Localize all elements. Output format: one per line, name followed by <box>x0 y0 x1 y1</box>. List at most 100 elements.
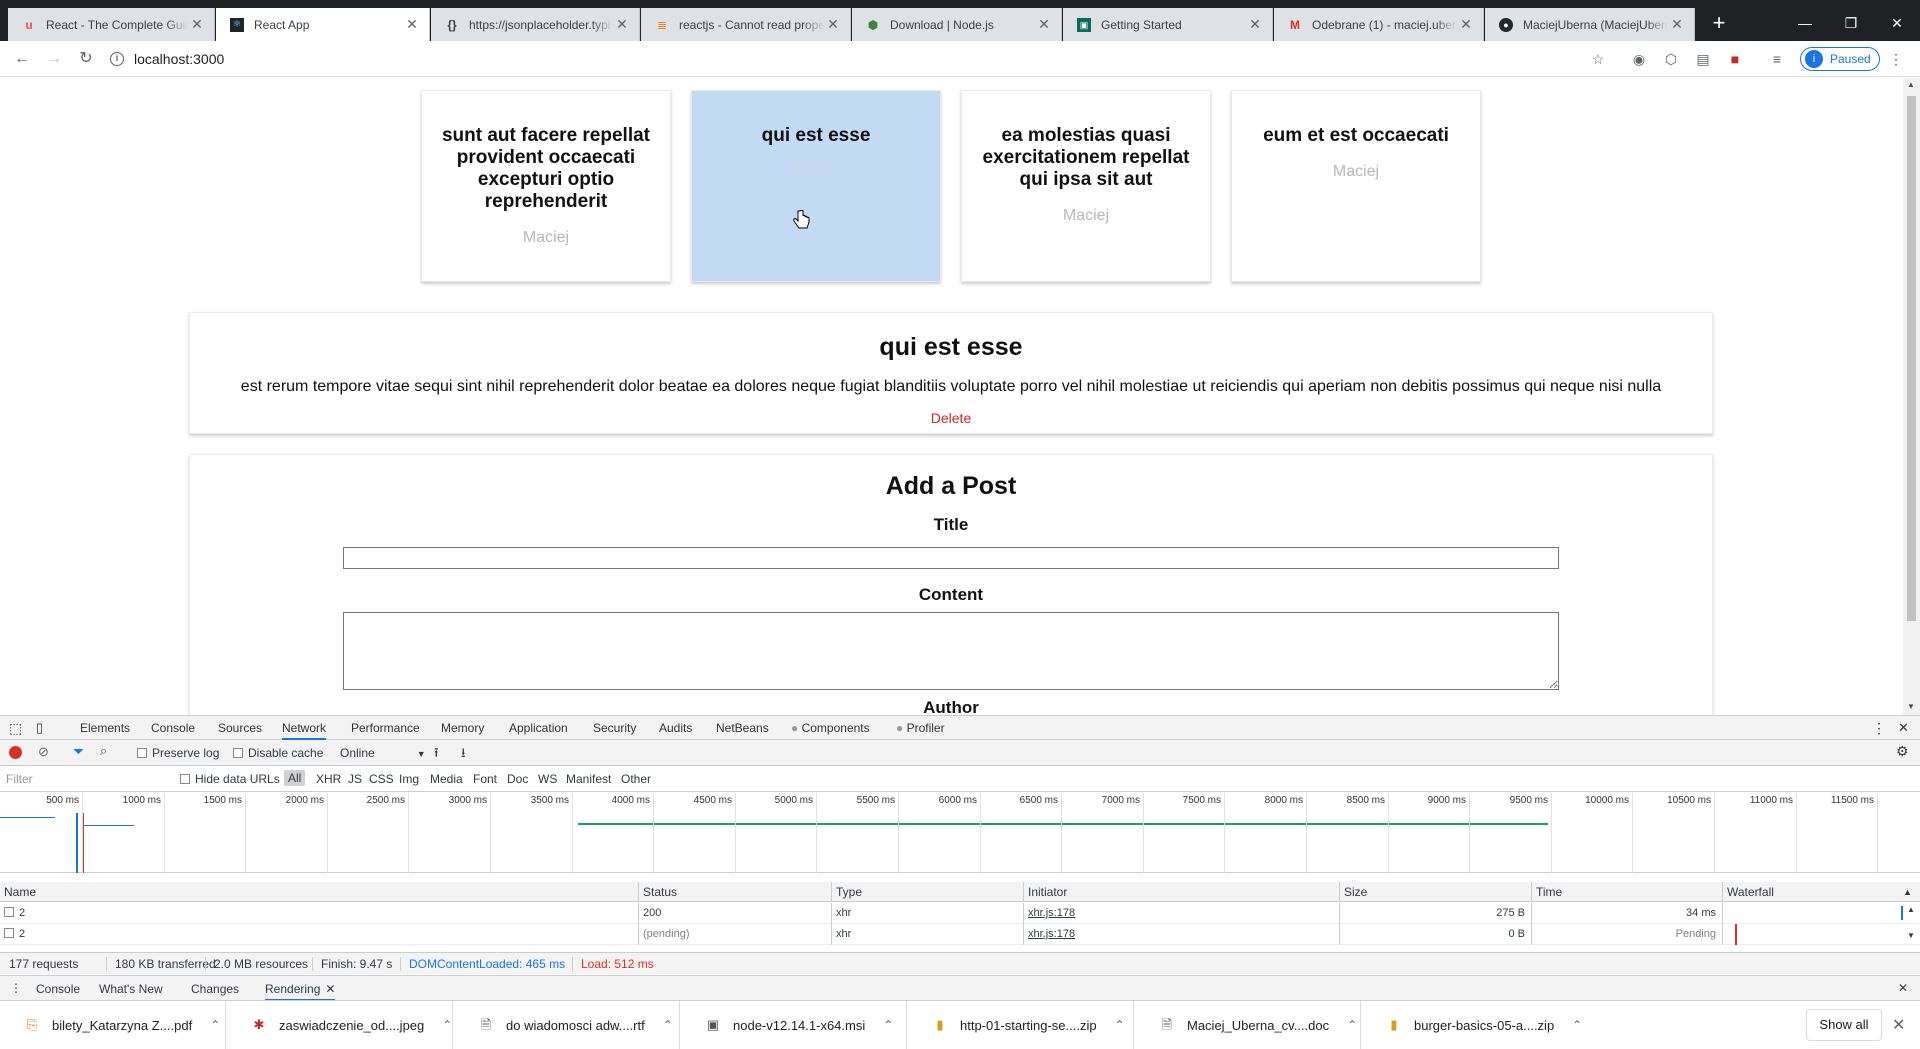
filter-ws[interactable]: WS <box>538 772 557 786</box>
tab-stackoverflow[interactable]: ≣ reactjs - Cannot read prope ✕ <box>641 8 851 41</box>
bookmark-star-icon[interactable]: ☆ <box>1588 49 1608 69</box>
column-status[interactable]: Status <box>638 882 831 902</box>
extension-icon[interactable]: ▤ <box>1693 49 1713 69</box>
import-har-icon[interactable]: ⭱ <box>434 744 439 766</box>
chevron-up-icon[interactable]: ⌃ <box>210 1018 220 1032</box>
tab-network[interactable]: Network <box>282 716 327 740</box>
chevron-up-icon[interactable]: ⌃ <box>442 1018 452 1032</box>
column-name[interactable]: Name <box>0 882 638 902</box>
network-overview-timeline[interactable]: 500 ms 1000 ms 1500 ms 2000 ms 2500 ms 3000 m… <box>0 793 1920 873</box>
post-card[interactable]: sunt aut facere repellat provident occae… <box>421 90 671 282</box>
tab-components[interactable]: ● Components <box>791 716 870 740</box>
tab-audits[interactable]: Audits <box>659 716 692 740</box>
chevron-up-icon[interactable]: ⌃ <box>1572 1018 1582 1032</box>
device-toggle-icon[interactable]: ▯ <box>36 716 43 740</box>
tab-jsonplaceholder[interactable]: {} https://jsonplaceholder.typi ✕ <box>431 8 640 41</box>
menu-icon[interactable]: ⋮ <box>1886 49 1906 69</box>
post-card[interactable]: qui est esse Maciej <box>691 90 941 282</box>
forward-button[interactable]: → <box>42 47 66 71</box>
table-scrollbar[interactable]: ▲ ▼ <box>1903 903 1920 945</box>
close-icon[interactable]: ✕ <box>1457 16 1475 33</box>
post-card[interactable]: ea molestias quasi exercitationem repell… <box>961 90 1211 282</box>
filter-doc[interactable]: Doc <box>507 772 528 786</box>
post-card[interactable]: eum et est occaecati Maciej <box>1231 90 1481 282</box>
address-bar[interactable]: i localhost:3000 <box>110 45 1610 73</box>
extension-icon[interactable]: ◉ <box>1629 49 1649 69</box>
delete-button[interactable]: Delete <box>190 410 1712 426</box>
drawer-tab-whats-new[interactable]: What's New <box>99 982 163 996</box>
tab-gmail[interactable]: M Odebrane (1) - maciej.uber ✕ <box>1274 8 1484 41</box>
close-icon[interactable]: ✕ <box>1668 16 1686 33</box>
throttle-select[interactable]: Online ▼ <box>340 746 426 760</box>
scroll-down-arrow-icon[interactable]: ▼ <box>1907 702 1915 711</box>
record-icon[interactable] <box>9 746 22 759</box>
chevron-up-icon[interactable]: ⌃ <box>883 1018 893 1032</box>
filter-all[interactable]: All <box>284 770 306 786</box>
close-icon[interactable]: ✕ <box>1898 716 1909 740</box>
content-textarea[interactable] <box>343 612 1559 690</box>
tab-security[interactable]: Security <box>593 716 636 740</box>
close-window-button[interactable]: ✕ <box>1874 8 1920 38</box>
clear-icon[interactable]: ⊘ <box>38 744 49 760</box>
initiator-link[interactable]: xhr.js:178 <box>1023 903 1339 924</box>
filter-media[interactable]: Media <box>430 772 463 786</box>
tab-netbeans[interactable]: NetBeans <box>716 716 769 740</box>
drawer-tab-console[interactable]: Console <box>36 982 80 996</box>
close-icon[interactable]: ✕ <box>1246 16 1264 33</box>
column-time[interactable]: Time <box>1531 882 1722 902</box>
tab-console[interactable]: Console <box>151 716 195 740</box>
minimize-button[interactable]: — <box>1782 8 1828 38</box>
extension-icon[interactable]: ■ <box>1725 49 1745 69</box>
extension-icon[interactable]: ⬡ <box>1661 49 1681 69</box>
title-input[interactable] <box>343 547 1559 569</box>
download-item[interactable]: 🗎 do wiadomosci adw....rtf ⌃ <box>454 1001 680 1049</box>
back-button[interactable]: ← <box>10 47 34 71</box>
tab-github[interactable]: ● MaciejUberna (MaciejUbern ✕ <box>1485 8 1695 41</box>
close-icon[interactable]: ✕ <box>1035 16 1053 33</box>
tab-getting-started[interactable]: ▣ Getting Started ✕ <box>1063 8 1273 41</box>
initiator-link[interactable]: xhr.js:178 <box>1023 924 1339 945</box>
page-scrollbar[interactable]: ▲ ▼ <box>1903 78 1920 715</box>
media-icon[interactable]: ≡ <box>1767 49 1787 69</box>
hide-data-urls-checkbox[interactable]: Hide data URLs <box>180 772 280 786</box>
tab-elements[interactable]: Elements <box>80 716 130 740</box>
close-icon[interactable]: ✕ <box>403 16 421 33</box>
tab-react-app[interactable]: ⚛ React App ✕ <box>216 8 430 41</box>
column-size[interactable]: Size <box>1339 882 1531 902</box>
preserve-log-checkbox[interactable]: Preserve log <box>137 746 219 760</box>
tab-profiler[interactable]: ● Profiler <box>896 716 945 740</box>
close-icon[interactable]: ✕ <box>613 16 631 33</box>
filter-font[interactable]: Font <box>473 772 497 786</box>
scrollbar-thumb[interactable] <box>1907 96 1916 621</box>
scroll-up-arrow-icon[interactable]: ▲ <box>1907 80 1915 89</box>
tab-react-guide[interactable]: u React - The Complete Guid ✕ <box>8 8 215 41</box>
download-item[interactable]: ⎘ bilety_Katarzyna Z....pdf ⌃ <box>0 1001 226 1049</box>
drawer-tab-changes[interactable]: Changes <box>191 982 239 996</box>
restore-button[interactable]: ❐ <box>1828 8 1874 38</box>
chevron-up-icon[interactable]: ⌃ <box>1115 1018 1125 1032</box>
tab-sources[interactable]: Sources <box>218 716 262 740</box>
download-item[interactable]: ▮ http-01-starting-se....zip ⌃ <box>908 1001 1134 1049</box>
tab-memory[interactable]: Memory <box>441 716 484 740</box>
more-icon[interactable]: ⋮ <box>1872 716 1886 740</box>
filter-img[interactable]: Img <box>399 772 419 786</box>
new-tab-button[interactable]: + <box>1706 10 1732 38</box>
profile-button[interactable]: i Paused <box>1800 47 1880 71</box>
filter-css[interactable]: CSS <box>369 772 394 786</box>
filter-xhr[interactable]: XHR <box>316 772 341 786</box>
info-icon[interactable]: i <box>110 52 124 66</box>
download-item[interactable]: ✱ zaswiadczenie_od....jpeg ⌃ <box>227 1001 453 1049</box>
filter-icon[interactable]: ⏷ <box>73 743 84 760</box>
close-icon[interactable]: ✕ <box>188 16 206 33</box>
table-row[interactable]: 2 200 xhr xhr.js:178 275 B 34 ms <box>0 903 1920 924</box>
export-har-icon[interactable]: ⭳ <box>461 744 466 766</box>
close-icon[interactable]: ✕ <box>1892 1015 1905 1035</box>
filter-js[interactable]: JS <box>348 772 362 786</box>
drawer-tab-rendering[interactable]: Rendering ✕ <box>265 982 336 1001</box>
column-waterfall[interactable]: Waterfall ▲ <box>1722 882 1920 902</box>
settings-gear-icon[interactable]: ⚙ <box>1896 743 1909 760</box>
column-initiator[interactable]: Initiator <box>1023 882 1339 902</box>
column-type[interactable]: Type <box>831 882 1023 902</box>
table-row[interactable]: 2 (pending) xhr xhr.js:178 0 B Pending <box>0 924 1920 945</box>
more-icon[interactable]: ⋮ <box>10 981 22 995</box>
